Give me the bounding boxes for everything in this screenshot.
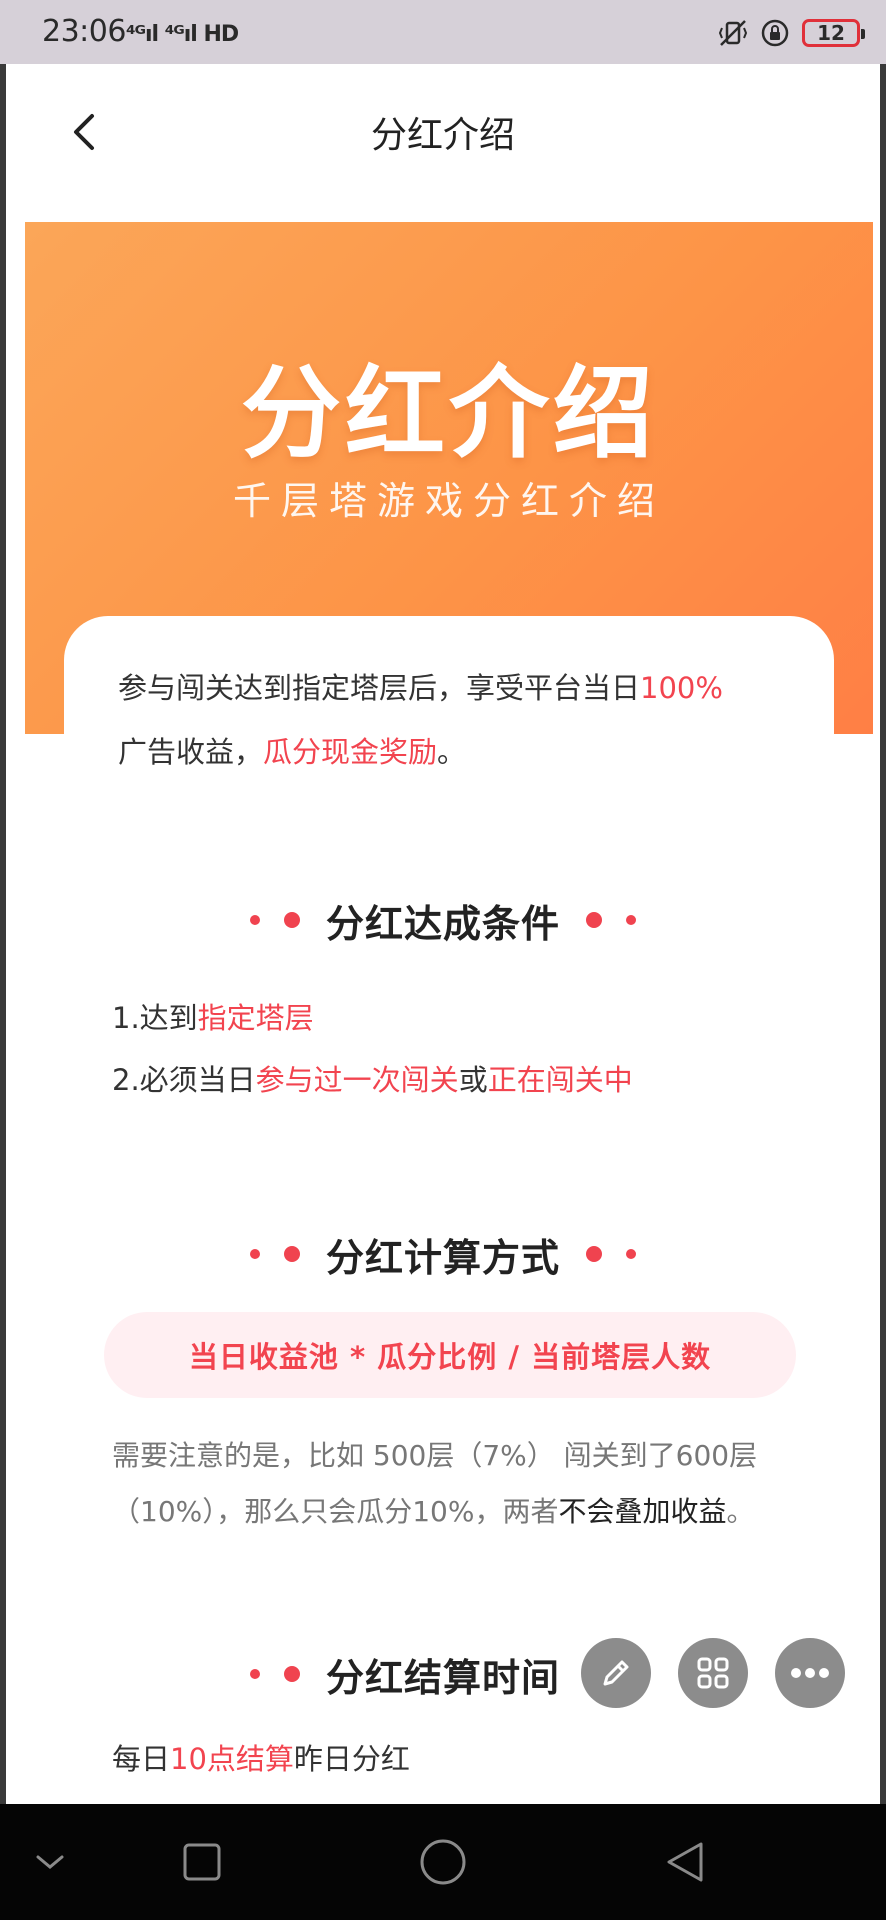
condition-2-highlight-2: 正在闯关中: [487, 1063, 633, 1097]
condition-1-highlight: 指定塔层: [197, 1001, 314, 1035]
intro-text: 参与闯关达到指定塔层后，享受平台当日100% 广告收益，瓜分现金奖励。: [118, 656, 808, 784]
section-title-calculation: 分红计算方式: [325, 1235, 560, 1280]
intro-text-part1: 参与闯关达到指定塔层后，享受平台当日: [118, 671, 641, 705]
nav-hide-button[interactable]: [20, 1834, 80, 1890]
condition-item-1: 1.达到指定塔层: [112, 987, 633, 1049]
settlement-text: 每日10点结算昨日分红: [112, 1736, 410, 1778]
triangle-back-icon: [667, 1842, 703, 1882]
vibrate-icon: [718, 20, 748, 46]
circle-icon: [420, 1839, 466, 1885]
page-title: 分红介绍: [370, 115, 515, 156]
formula-banner: 当日收益池 * 瓜分比例 / 当前塔层人数: [104, 1312, 796, 1398]
more-button[interactable]: [775, 1638, 845, 1708]
battery-level: 12: [817, 21, 845, 45]
intro-highlight-reward: 瓜分现金奖励: [263, 735, 438, 769]
condition-item-2: 2.必须当日参与过一次闯关或正在闯关中: [112, 1049, 633, 1111]
hero-title: 分红介绍: [241, 355, 657, 472]
intro-text-part3: 。: [437, 735, 467, 769]
dots-left: [249, 1666, 300, 1682]
section-title-conditions: 分红达成条件: [325, 901, 560, 946]
settlement-suffix: 昨日分红: [293, 1742, 410, 1776]
note-end: 。: [726, 1495, 755, 1528]
grid-icon: [697, 1657, 729, 1689]
section-title-settlement: 分红结算时间: [325, 1655, 560, 1700]
status-time: 23:06: [42, 14, 126, 49]
calculation-note: 需要注意的是，比如 500层（7%） 闯关到了600层（10%），那么只会瓜分1…: [112, 1428, 802, 1540]
edit-button[interactable]: [581, 1638, 651, 1708]
nav-back-button[interactable]: [655, 1834, 715, 1890]
more-icon: [791, 1668, 829, 1678]
square-icon: [183, 1843, 221, 1881]
dots-left: [249, 1246, 300, 1262]
settlement-highlight: 10点结算: [170, 1742, 294, 1776]
chevron-down-icon: [36, 1855, 64, 1869]
conditions-list: 1.达到指定塔层 2.必须当日参与过一次闯关或正在闯关中: [112, 987, 633, 1111]
pencil-icon: [603, 1660, 629, 1686]
section-head-settlement: 分红结算时间: [0, 1644, 886, 1704]
condition-1-prefix: 1.达到: [112, 1001, 198, 1035]
condition-2-prefix: 2.必须当日: [112, 1063, 256, 1097]
dots-right: [586, 912, 636, 928]
apps-button[interactable]: [678, 1638, 748, 1708]
section-head-conditions: 分红达成条件: [0, 890, 886, 950]
condition-2-mid: 或: [458, 1063, 488, 1097]
dots-left: [249, 912, 300, 928]
intro-text-part2: 广告收益，: [118, 735, 264, 769]
dots-right: [586, 1246, 636, 1262]
status-bar: 23:06 ⁴ᴳıl ⁴ᴳıl HD 12: [0, 0, 886, 64]
settlement-prefix: 每日: [112, 1742, 171, 1776]
rotation-lock-icon: [761, 19, 789, 47]
status-right-icons: 12: [718, 16, 865, 50]
signal-indicators: ⁴ᴳıl ⁴ᴳıl HD: [126, 22, 239, 47]
section-head-calculation: 分红计算方式: [0, 1224, 886, 1284]
hero-subtitle: 千层塔游戏分红介绍: [232, 479, 665, 523]
nav-header: 分红介绍: [6, 64, 880, 194]
nav-home-button[interactable]: [413, 1834, 473, 1890]
note-emphasis: 不会叠加收益: [558, 1495, 727, 1528]
nav-recents-button[interactable]: [172, 1834, 232, 1890]
intro-card: 参与闯关达到指定塔层后，享受平台当日100% 广告收益，瓜分现金奖励。: [64, 616, 834, 786]
condition-2-highlight-1: 参与过一次闯关: [255, 1063, 459, 1097]
system-nav-bar: [0, 1804, 886, 1920]
battery-icon: 12: [802, 19, 865, 47]
intro-highlight-percent: 100%: [640, 671, 723, 705]
